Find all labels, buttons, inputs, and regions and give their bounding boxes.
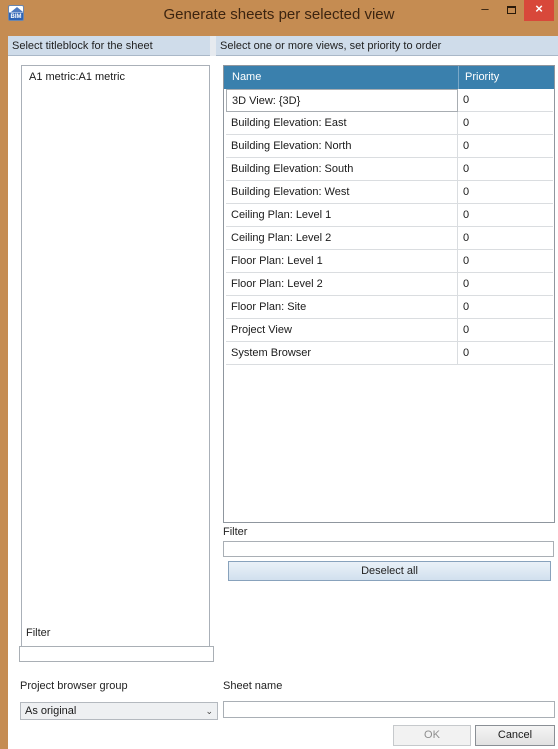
view-name-cell[interactable]: Building Elevation: North: [226, 135, 458, 158]
titleblock-section-header: Select titleblock for the sheet: [8, 36, 210, 56]
view-name-cell[interactable]: Floor Plan: Site: [226, 296, 458, 319]
grid-header: Name Priority: [224, 66, 554, 89]
dialog-client-area: Select titleblock for the sheet Select o…: [8, 36, 558, 749]
titleblock-filter-label: Filter: [26, 627, 51, 639]
view-name-cell[interactable]: Project View: [226, 319, 458, 342]
maximize-icon: [506, 6, 516, 14]
column-header-priority[interactable]: Priority: [459, 66, 553, 89]
sheet-name-input[interactable]: [223, 701, 555, 718]
sheet-name-label: Sheet name: [223, 680, 283, 692]
priority-cell[interactable]: 0: [458, 135, 553, 158]
column-header-name[interactable]: Name: [226, 66, 459, 89]
priority-cell[interactable]: 0: [458, 296, 553, 319]
table-row[interactable]: Ceiling Plan: Level 1 0: [226, 204, 553, 227]
project-browser-group-label: Project browser group: [20, 680, 128, 692]
priority-cell[interactable]: 0: [458, 319, 553, 342]
table-row[interactable]: Project View 0: [226, 319, 553, 342]
table-row[interactable]: Building Elevation: West 0: [226, 181, 553, 204]
maximize-button[interactable]: [498, 0, 524, 21]
views-grid[interactable]: Name Priority 3D View: {3D} 0 Building E…: [223, 65, 555, 523]
priority-cell[interactable]: 0: [458, 250, 553, 273]
titleblock-list[interactable]: A1 metric:A1 metric: [21, 65, 210, 648]
table-row[interactable]: Floor Plan: Level 2 0: [226, 273, 553, 296]
chevron-down-icon: ⌄: [205, 706, 213, 716]
minimize-button[interactable]: –: [472, 0, 498, 21]
priority-cell[interactable]: 0: [458, 181, 553, 204]
dialog-window: BIM Generate sheets per selected view – …: [0, 0, 558, 749]
priority-cell[interactable]: 0: [458, 158, 553, 181]
view-name-cell[interactable]: Floor Plan: Level 2: [226, 273, 458, 296]
close-button[interactable]: ×: [524, 0, 554, 21]
priority-cell[interactable]: 0: [458, 112, 553, 135]
priority-cell[interactable]: 0: [458, 204, 553, 227]
table-row[interactable]: Building Elevation: East 0: [226, 112, 553, 135]
table-row[interactable]: Floor Plan: Level 1 0: [226, 250, 553, 273]
deselect-all-button[interactable]: Deselect all: [228, 561, 551, 581]
table-row[interactable]: 3D View: {3D} 0: [226, 89, 553, 112]
table-row[interactable]: Building Elevation: South 0: [226, 158, 553, 181]
table-row[interactable]: Building Elevation: North 0: [226, 135, 553, 158]
view-name-cell[interactable]: Ceiling Plan: Level 2: [226, 227, 458, 250]
priority-cell[interactable]: 0: [458, 273, 553, 296]
table-row[interactable]: System Browser 0: [226, 342, 553, 365]
project-browser-group-value: As original: [25, 705, 77, 717]
title-bar[interactable]: BIM Generate sheets per selected view – …: [0, 0, 558, 36]
view-name-cell[interactable]: Building Elevation: West: [226, 181, 458, 204]
view-name-cell[interactable]: Floor Plan: Level 1: [226, 250, 458, 273]
table-row[interactable]: Ceiling Plan: Level 2 0: [226, 227, 553, 250]
window-title: Generate sheets per selected view: [163, 6, 395, 23]
view-name-cell[interactable]: Building Elevation: South: [226, 158, 458, 181]
cancel-button[interactable]: Cancel: [475, 725, 555, 746]
view-name-cell[interactable]: Building Elevation: East: [226, 112, 458, 135]
table-row[interactable]: Floor Plan: Site 0: [226, 296, 553, 319]
views-section-header: Select one or more views, set priority t…: [216, 36, 558, 56]
ok-button[interactable]: OK: [393, 725, 471, 746]
bim-app-icon: BIM: [8, 5, 24, 21]
titleblock-filter-input[interactable]: [19, 646, 214, 662]
views-filter-input[interactable]: [223, 541, 554, 557]
views-filter-label: Filter: [223, 526, 248, 538]
priority-cell[interactable]: 0: [458, 227, 553, 250]
view-name-cell[interactable]: System Browser: [226, 342, 458, 365]
priority-cell[interactable]: 0: [458, 342, 553, 365]
priority-cell[interactable]: 0: [458, 89, 553, 112]
view-name-cell[interactable]: 3D View: {3D}: [226, 89, 458, 112]
view-name-cell[interactable]: Ceiling Plan: Level 1: [226, 204, 458, 227]
project-browser-group-select[interactable]: As original ⌄: [20, 702, 218, 720]
titleblock-item[interactable]: A1 metric:A1 metric: [22, 66, 209, 83]
